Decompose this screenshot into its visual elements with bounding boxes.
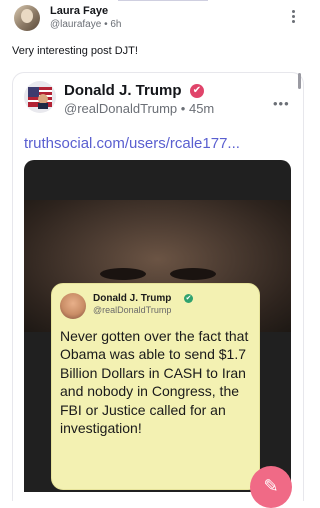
top-divider [118,0,208,1]
tweet-author-name: Donald J. Trump [93,293,172,304]
flag-portrait-icon [24,81,56,113]
compose-icon: ✎ [263,476,279,496]
tweet-text: Never gotten over the fact that Obama wa… [60,328,249,437]
more-options-icon[interactable] [289,10,297,28]
media-image[interactable]: Donald J. Trump ✔ @realDonaldTrump Never… [24,160,291,492]
author-meta: @laurafaye • 6h [50,19,122,30]
tweet-verified-icon: ✔ [184,294,193,303]
quoted-avatar[interactable] [24,81,56,113]
post-link[interactable]: truthsocial.com/users/rcale177... [24,135,240,152]
quoted-time: 45m [188,101,215,116]
post-text: Very interesting post DJT! [12,45,138,57]
quoted-handle: @realDonaldTrump [64,101,178,116]
tweet-handle: @realDonaldTrump [93,305,172,315]
meta-separator: • [104,19,108,30]
tweet-screenshot: Donald J. Trump ✔ @realDonaldTrump Never… [51,283,260,490]
avatar[interactable] [14,5,40,31]
tweet-avatar [60,293,86,319]
quoted-author-meta: @realDonaldTrump • 45m [64,101,214,116]
verified-icon: ✔ [190,84,204,98]
quoted-more-options-icon[interactable]: ••• [273,96,290,111]
quoted-author-name[interactable]: Donald J. Trump [64,82,182,99]
author-name[interactable]: Laura Faye [50,5,108,17]
compose-button[interactable]: ✎ [250,466,292,508]
author-handle: @laurafaye [50,19,102,30]
post-time: 6h [110,19,122,30]
quoted-meta-separator: • [180,101,186,116]
card-scrollbar[interactable] [298,73,301,89]
